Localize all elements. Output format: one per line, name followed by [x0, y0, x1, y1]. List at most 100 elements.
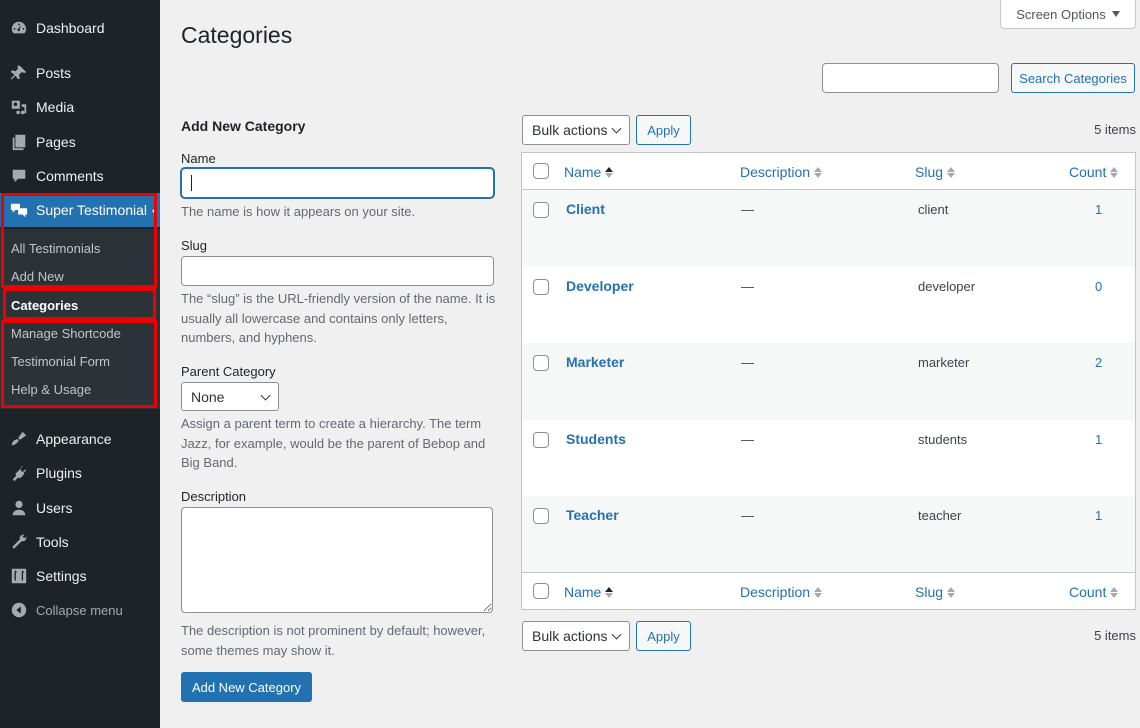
main-content: Screen Options Categories Search Categor…	[160, 0, 1140, 728]
admin-sidebar: Dashboard Posts Media Pages Comments Sup…	[0, 0, 160, 728]
chevron-down-icon	[260, 390, 271, 401]
row-checkbox[interactable]	[533, 202, 549, 218]
parent-category-select[interactable]: None	[181, 382, 279, 411]
category-count-link[interactable]: 2	[1095, 355, 1102, 370]
sidebar-item-posts[interactable]: Posts	[0, 56, 160, 90]
sidebar-item-plugins[interactable]: Plugins	[0, 456, 160, 490]
wrench-icon	[0, 533, 36, 551]
bulk-actions-select-bottom[interactable]: Bulk actions	[522, 621, 630, 651]
description-label: Description	[181, 489, 247, 504]
column-label: Slug	[915, 164, 944, 180]
bulk-actions-select-top[interactable]: Bulk actions	[522, 115, 630, 145]
submenu-add-new[interactable]: Add New	[11, 269, 64, 284]
testimonial-submenu: All Testimonials Add New Categories Mana…	[0, 229, 160, 409]
category-name-link[interactable]: Students	[566, 431, 626, 447]
category-slug: teacher	[918, 508, 962, 523]
category-count-link[interactable]: 1	[1095, 432, 1102, 447]
category-name-link[interactable]: Developer	[566, 278, 634, 294]
apply-button-bottom[interactable]: Apply	[636, 621, 691, 651]
row-checkbox[interactable]	[533, 278, 549, 295]
table-row: Developer — developer 0	[522, 267, 1135, 344]
column-header-count[interactable]: Count	[1069, 164, 1119, 180]
row-checkbox[interactable]	[533, 431, 549, 448]
collapse-menu-button[interactable]: Collapse menu	[0, 593, 160, 627]
categories-table: Name Description Slug Count Client — cli…	[521, 152, 1136, 610]
column-header-name[interactable]: Name	[564, 164, 614, 180]
sidebar-item-users[interactable]: Users	[0, 491, 160, 525]
description-textarea[interactable]	[181, 507, 493, 613]
category-slug: marketer	[918, 355, 970, 370]
sidebar-item-media[interactable]: Media	[0, 90, 160, 124]
column-label: Name	[564, 164, 602, 180]
table-row: Teacher — teacher 1	[522, 496, 1135, 573]
column-label: Count	[1069, 584, 1107, 600]
category-count-link[interactable]: 1	[1095, 508, 1102, 523]
table-row: Client — client 1	[522, 190, 1135, 267]
sort-icon	[605, 586, 614, 598]
submenu-testimonial-form[interactable]: Testimonial Form	[11, 354, 110, 369]
pages-icon	[0, 133, 36, 151]
submenu-help-usage[interactable]: Help & Usage	[11, 382, 91, 397]
column-header-slug[interactable]: Slug	[915, 164, 956, 180]
select-all-checkbox-footer[interactable]	[533, 583, 549, 599]
parent-category-value: None	[191, 388, 225, 405]
category-name-link[interactable]: Client	[566, 201, 605, 217]
sidebar-item-dashboard[interactable]: Dashboard	[0, 11, 160, 45]
search-input[interactable]	[822, 63, 999, 93]
sidebar-item-appearance[interactable]: Appearance	[0, 422, 160, 456]
dashboard-icon	[0, 19, 36, 37]
submenu-manage-shortcode[interactable]: Manage Shortcode	[11, 326, 121, 341]
sidebar-item-comments[interactable]: Comments	[0, 159, 160, 193]
select-all-checkbox[interactable]	[533, 163, 549, 179]
slug-input[interactable]	[181, 256, 494, 286]
add-new-category-button[interactable]: Add New Category	[181, 672, 312, 702]
sidebar-item-label: Tools	[36, 534, 69, 550]
screen-options-button[interactable]: Screen Options	[1000, 0, 1136, 29]
sidebar-item-label: Appearance	[36, 431, 112, 447]
column-footer-description[interactable]: Description	[740, 584, 823, 600]
sidebar-item-label: Media	[36, 99, 75, 115]
media-icon	[0, 98, 36, 116]
sidebar-item-label: Pages	[36, 134, 76, 150]
description-help-text: The description is not prominent by defa…	[181, 623, 486, 658]
sort-icon	[947, 586, 956, 598]
sidebar-item-tools[interactable]: Tools	[0, 525, 160, 559]
column-label: Description	[740, 584, 811, 600]
table-row: Marketer — marketer 2	[522, 343, 1135, 420]
column-label: Name	[564, 584, 602, 600]
sidebar-item-label: Dashboard	[36, 20, 105, 36]
category-count-link[interactable]: 1	[1095, 202, 1102, 217]
pin-icon	[0, 64, 36, 82]
column-footer-count[interactable]: Count	[1069, 584, 1119, 600]
category-description: —	[741, 508, 754, 523]
brush-icon	[0, 430, 36, 448]
user-icon	[0, 499, 36, 517]
row-checkbox[interactable]	[533, 508, 549, 524]
submenu-all-testimonials[interactable]: All Testimonials	[11, 241, 100, 256]
sidebar-item-settings[interactable]: Settings	[0, 559, 160, 593]
parent-help-text: Assign a parent term to create a hierarc…	[181, 416, 486, 470]
sidebar-item-pages[interactable]: Pages	[0, 125, 160, 159]
sort-icon	[1110, 166, 1119, 178]
items-count-bottom: 5 items	[1094, 628, 1136, 643]
column-footer-name[interactable]: Name	[564, 584, 614, 600]
search-categories-button[interactable]: Search Categories	[1011, 63, 1135, 93]
name-input[interactable]	[181, 168, 494, 198]
category-name-link[interactable]: Teacher	[566, 507, 619, 523]
sort-icon	[814, 166, 823, 178]
column-footer-slug[interactable]: Slug	[915, 584, 956, 600]
sidebar-item-super-testimonial[interactable]: Super Testimonial	[0, 193, 160, 227]
column-label: Description	[740, 164, 811, 180]
name-help-text: The name is how it appears on your site.	[181, 204, 416, 219]
screen-options-label: Screen Options	[1016, 6, 1106, 22]
row-checkbox[interactable]	[533, 355, 549, 371]
category-count-link[interactable]: 0	[1095, 279, 1102, 294]
submenu-categories[interactable]: Categories	[11, 298, 78, 313]
category-slug: client	[918, 202, 949, 217]
apply-button-top[interactable]: Apply	[636, 115, 691, 145]
chevron-down-icon	[611, 629, 622, 640]
category-description: —	[741, 431, 754, 447]
column-header-description[interactable]: Description	[740, 164, 823, 180]
category-description: —	[741, 278, 754, 294]
category-name-link[interactable]: Marketer	[566, 354, 624, 370]
